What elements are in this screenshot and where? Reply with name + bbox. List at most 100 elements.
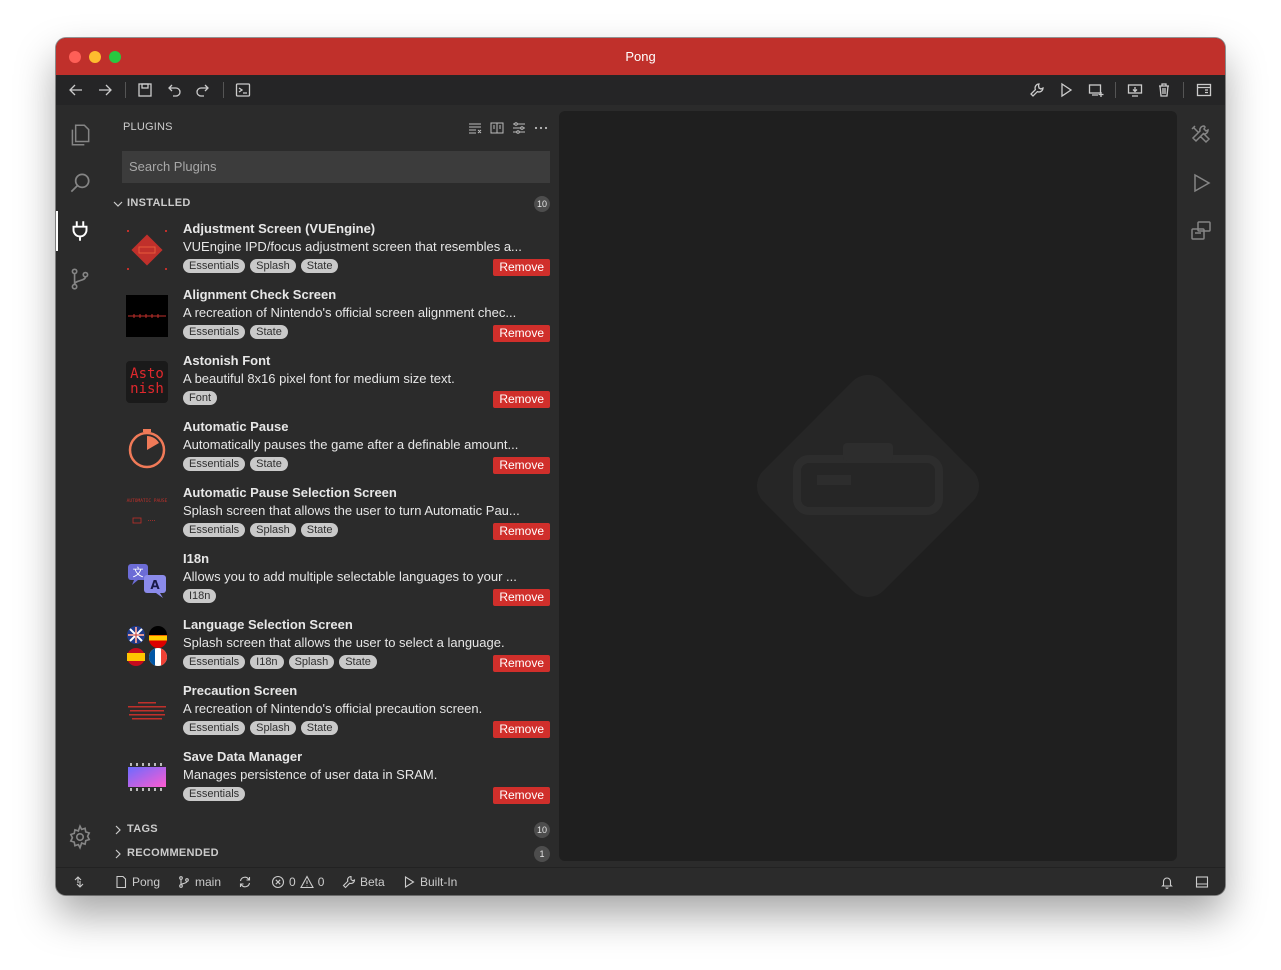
plugin-tag-badge[interactable]: Splash: [250, 259, 296, 273]
plugin-tag-badge[interactable]: State: [300, 259, 339, 273]
plugin-tag-badge[interactable]: State: [250, 325, 288, 339]
plugin-tag-badge[interactable]: Essentials: [183, 457, 246, 471]
search-plugins-input[interactable]: Search Plugins: [122, 151, 550, 183]
explorer-icon[interactable]: [56, 111, 104, 159]
remove-plugin-button[interactable]: Remove: [493, 391, 550, 408]
plugin-tag-badge[interactable]: Essentials: [183, 325, 246, 339]
more-actions-icon[interactable]: [532, 119, 550, 137]
plugin-list-item[interactable]: Adjustment Screen (VUEngine) VUEngine IPD…: [122, 219, 550, 285]
branch-status-item[interactable]: main: [177, 868, 221, 895]
plugin-name: Alignment Check Screen: [183, 287, 337, 302]
recommended-section-header[interactable]: RECOMMENDED 1: [108, 843, 550, 865]
plugin-list-item[interactable]: AUTOMATIC PAUSE Automatic Pause Selection…: [122, 483, 550, 549]
plugin-tag-badge[interactable]: Essentials: [183, 523, 246, 537]
plugin-list-item[interactable]: Asto nish Astonish Font A beautiful 8x16 pi…: [122, 351, 550, 417]
plugin-tag-badge[interactable]: Splash: [250, 523, 296, 537]
installed-section-header[interactable]: INSTALLED 10: [108, 193, 550, 215]
git-branch-icon: [179, 876, 189, 888]
astonish-font-sample-text: Asto: [130, 366, 164, 382]
layout-icon[interactable]: [1193, 79, 1215, 101]
remove-plugin-button[interactable]: Remove: [493, 259, 550, 276]
plugin-tag-badge[interactable]: Font: [183, 391, 218, 405]
plugin-tag-badge[interactable]: Splash: [288, 655, 335, 669]
remove-plugin-button[interactable]: Remove: [493, 523, 550, 540]
main-toolbar: [56, 75, 1225, 105]
toolbar-divider: [223, 82, 224, 98]
plugins-icon[interactable]: [56, 207, 104, 255]
plugin-tag-badge[interactable]: Essentials: [183, 655, 246, 669]
remove-plugin-button[interactable]: Remove: [493, 787, 550, 804]
trash-icon[interactable]: [1153, 79, 1175, 101]
chevron-down-icon: [113, 201, 123, 207]
plugin-list-item[interactable]: 文 A I18n Allows you to add multiple selecta…: [122, 549, 550, 615]
redo-icon[interactable]: [192, 79, 214, 101]
plugin-name: Language Selection Screen: [183, 617, 353, 632]
remove-plugin-button[interactable]: Remove: [493, 589, 550, 606]
tools-icon[interactable]: [1188, 122, 1214, 148]
plugin-tag-badge[interactable]: State: [250, 457, 288, 471]
save-icon[interactable]: [134, 79, 156, 101]
plugin-tag-badge[interactable]: Essentials: [183, 787, 246, 801]
error-icon: [271, 875, 285, 889]
project-status-item[interactable]: Pong: [114, 868, 160, 895]
run-icon[interactable]: [1055, 79, 1077, 101]
plugin-description: Manages persistence of user data in SRAM…: [183, 767, 438, 782]
plugin-tag-badge[interactable]: State: [300, 523, 339, 537]
filter-settings-icon[interactable]: [510, 119, 528, 137]
timer-icon: [126, 427, 168, 469]
remove-plugin-button[interactable]: Remove: [493, 721, 550, 738]
arrow-left-icon[interactable]: [65, 79, 87, 101]
book-icon[interactable]: [488, 119, 506, 137]
add-emulator-icon[interactable]: [1085, 79, 1107, 101]
remove-plugin-button[interactable]: Remove: [493, 325, 550, 342]
remote-icon[interactable]: [72, 868, 86, 895]
bell-icon[interactable]: [1160, 868, 1174, 895]
remove-plugin-button[interactable]: Remove: [493, 655, 550, 672]
plugin-list-item[interactable]: Precaution Screen A recreation of Nintend…: [122, 681, 550, 747]
plugin-list-item[interactable]: Alignment Check Screen A recreation of Ni…: [122, 285, 550, 351]
project-name: Pong: [132, 875, 161, 889]
run-icon[interactable]: [1188, 170, 1214, 196]
problems-status-item[interactable]: 0 0: [271, 868, 324, 895]
plugin-tag-badge[interactable]: State: [339, 655, 377, 669]
plugin-tag-badge[interactable]: State: [300, 721, 339, 735]
source-control-icon[interactable]: [56, 255, 104, 303]
warning-icon: [299, 875, 314, 889]
plugin-list-item[interactable]: Automatic Pause Automatically pauses the …: [122, 417, 550, 483]
plugin-name: Automatic Pause: [183, 419, 289, 434]
emulator-status-item[interactable]: Built-In: [402, 868, 457, 895]
precaution-screen-icon: [126, 691, 168, 733]
plugin-tag-badge[interactable]: I18n: [183, 589, 217, 603]
plugin-tags: I18n: [183, 589, 217, 603]
plugin-description: A beautiful 8x16 pixel font for medium s…: [183, 371, 455, 386]
plugin-name: Precaution Screen: [183, 683, 298, 698]
plugin-list-item[interactable]: Language Selection Screen Splash screen t…: [122, 615, 550, 681]
emulator-icon[interactable]: [1188, 218, 1214, 244]
gear-icon[interactable]: [56, 813, 104, 861]
toggle-panel-icon[interactable]: [1195, 868, 1209, 895]
plugin-tags: Essentials State: [183, 457, 288, 471]
plugin-list-item[interactable]: Save Data Manager Manages persistence of …: [122, 747, 550, 813]
plugin-tag-badge[interactable]: Essentials: [183, 259, 246, 273]
search-icon[interactable]: [56, 159, 104, 207]
plugin-tag-badge[interactable]: I18n: [250, 655, 284, 669]
editor-area: [559, 111, 1177, 861]
undo-icon[interactable]: [163, 79, 185, 101]
arrow-right-icon[interactable]: [94, 79, 116, 101]
app-window: Pong PLUGINS Search Plugins INSTALLED 10…: [56, 38, 1225, 895]
sync-icon[interactable]: [238, 868, 252, 895]
plugin-tag-badge[interactable]: Splash: [250, 721, 296, 735]
clear-list-icon[interactable]: [466, 119, 484, 137]
flash-device-icon[interactable]: [1124, 79, 1146, 101]
remove-plugin-button[interactable]: Remove: [493, 457, 550, 474]
plugin-tag-badge[interactable]: Essentials: [183, 721, 246, 735]
warning-count: 0: [317, 875, 325, 889]
terminal-icon[interactable]: [232, 79, 254, 101]
adjustment-screen-icon: [126, 229, 168, 271]
plugin-tags: Essentials Splash State: [183, 721, 339, 735]
title-bar: Pong: [56, 38, 1225, 75]
error-count: 0: [289, 875, 296, 889]
wrench-icon[interactable]: [1026, 79, 1048, 101]
channel-status-item[interactable]: Beta: [342, 868, 385, 895]
tags-section-header[interactable]: TAGS 10: [108, 819, 550, 841]
